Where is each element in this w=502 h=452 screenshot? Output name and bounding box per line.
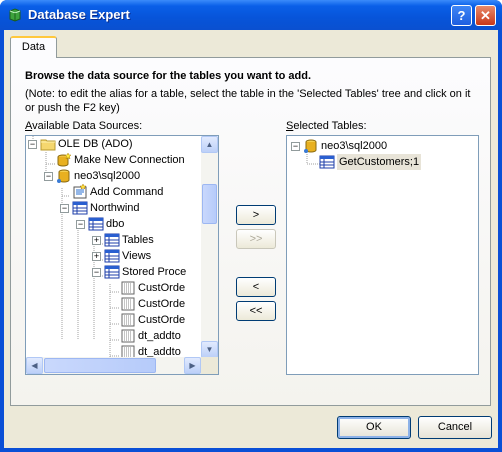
tree-node-label: neo3\sql2000 <box>74 170 141 182</box>
views-folder-icon <box>104 248 120 264</box>
tree-node[interactable]: − dbo <box>26 216 218 232</box>
instruction-heading: Browse the data source for the tables yo… <box>25 70 312 82</box>
stored-procedure-icon <box>120 328 136 344</box>
tree-node-label: neo3\sql2000 <box>321 140 388 152</box>
vertical-scroll-thumb[interactable] <box>202 184 217 224</box>
title-bar[interactable]: Database Expert ? ✕ <box>0 0 502 30</box>
stored-procedures-icon <box>104 264 120 280</box>
tree-node-label: dt_addto <box>138 330 181 342</box>
tree-node-label: Views <box>122 250 152 262</box>
help-button[interactable]: ? <box>451 5 472 26</box>
schema-icon <box>88 216 104 232</box>
add-table-button[interactable]: > <box>236 205 276 225</box>
tree-node[interactable]: Make New Connection <box>26 152 218 168</box>
database-expert-icon <box>7 7 23 23</box>
selected-tables-label: Selected Tables: <box>286 120 367 132</box>
window-title: Database Expert <box>28 7 130 22</box>
available-sources-tree[interactable]: − OLE DB (ADO) Make New Connection − neo3\sq… <box>25 135 219 375</box>
collapse-icon[interactable]: − <box>28 140 37 149</box>
scroll-up-button[interactable]: ▲ <box>201 136 218 153</box>
tree-node[interactable]: − OLE DB (ADO) <box>26 136 218 152</box>
tree-node[interactable]: + Tables <box>26 232 218 248</box>
expand-icon[interactable]: + <box>92 252 101 261</box>
tree-node[interactable]: Add Command <box>26 184 218 200</box>
tree-node[interactable]: − Northwind <box>26 200 218 216</box>
tree-node[interactable]: GetCustomers;1 <box>287 154 478 170</box>
selected-tables-tree[interactable]: − neo3\sql2000 GetCustomers;1 <box>286 135 479 375</box>
scroll-right-button[interactable]: ▶ <box>184 357 201 374</box>
tree-node-label: Stored Proce <box>122 266 187 278</box>
horizontal-scroll-thumb[interactable] <box>44 358 156 373</box>
instruction-note: (Note: to edit the alias for a table, se… <box>25 88 471 114</box>
available-sources-label: Available Data Sources: <box>25 120 142 132</box>
folder-icon <box>40 136 56 152</box>
available-label-text: vailable Data Sources: <box>32 120 143 132</box>
collapse-icon[interactable]: − <box>60 204 69 213</box>
database-expert-window: Database Expert ? ✕ Data Browse the data… <box>0 0 502 452</box>
database-icon <box>72 200 88 216</box>
available-horizontal-scrollbar[interactable]: ◀ ▶ <box>26 357 201 374</box>
collapse-icon[interactable]: − <box>92 268 101 277</box>
tree-node-label: Make New Connection <box>74 154 185 166</box>
add-command-icon <box>72 184 88 200</box>
new-connection-icon <box>56 152 72 168</box>
tab-data[interactable]: Data <box>10 36 57 58</box>
stored-procedure-icon <box>120 280 136 296</box>
dialog-client: Data Browse the data source for the tabl… <box>4 30 498 448</box>
scrollbar-corner <box>201 357 218 374</box>
tree-node[interactable]: CustOrde <box>26 280 218 296</box>
database-server-icon <box>56 168 72 184</box>
tree-node-label: Tables <box>122 234 154 246</box>
tree-node[interactable]: + Views <box>26 248 218 264</box>
tab-panel-data: Browse the data source for the tables yo… <box>10 57 491 406</box>
tree-node-label: Add Command <box>90 186 164 198</box>
tree-node-label: CustOrde <box>138 314 186 326</box>
tree-node-label: CustOrde <box>138 282 186 294</box>
tree-node[interactable]: − neo3\sql2000 <box>26 168 218 184</box>
close-button[interactable]: ✕ <box>475 5 496 26</box>
cancel-button[interactable]: Cancel <box>418 416 492 439</box>
tree-node-label: CustOrde <box>138 298 186 310</box>
database-server-icon <box>303 138 319 154</box>
tree-node-label: dbo <box>106 218 125 230</box>
available-vertical-scrollbar[interactable]: ▲ ▼ <box>201 136 218 358</box>
add-all-button[interactable]: >> <box>236 229 276 249</box>
tree-node[interactable]: CustOrde <box>26 296 218 312</box>
stored-procedure-icon <box>120 296 136 312</box>
stored-procedure-icon <box>120 312 136 328</box>
collapse-icon[interactable]: − <box>76 220 85 229</box>
tree-node[interactable]: − Stored Proce <box>26 264 218 280</box>
selected-label-text: elected Tables: <box>293 120 367 132</box>
collapse-icon[interactable]: − <box>44 172 53 181</box>
tree-node-label: GetCustomers;1 <box>337 154 422 170</box>
scroll-left-button[interactable]: ◀ <box>26 357 43 374</box>
ok-button[interactable]: OK <box>337 416 411 439</box>
tree-node-label: OLE DB (ADO) <box>58 138 133 150</box>
expand-icon[interactable]: + <box>92 236 101 245</box>
scroll-down-button[interactable]: ▼ <box>201 341 218 358</box>
tree-node[interactable]: − neo3\sql2000 <box>287 138 478 154</box>
tree-node-label: Northwind <box>90 202 140 214</box>
remove-all-button[interactable]: << <box>236 301 276 321</box>
tree-node[interactable]: CustOrde <box>26 312 218 328</box>
remove-table-button[interactable]: < <box>236 277 276 297</box>
tree-node[interactable]: dt_addto <box>26 328 218 344</box>
tables-folder-icon <box>104 232 120 248</box>
collapse-icon[interactable]: − <box>291 142 300 151</box>
table-icon <box>319 154 335 170</box>
